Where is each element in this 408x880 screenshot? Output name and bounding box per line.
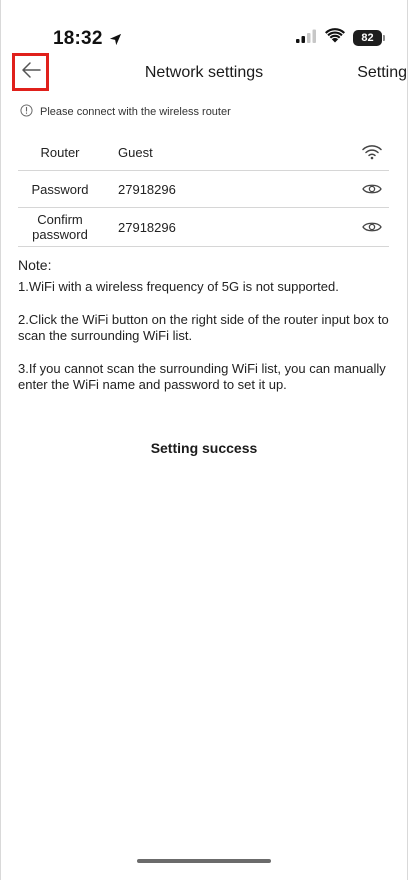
password-input[interactable] bbox=[118, 181, 361, 197]
confirm-label-line1: Confirm bbox=[37, 212, 83, 227]
signal-icon bbox=[295, 29, 317, 48]
confirm-password-input[interactable] bbox=[118, 219, 361, 235]
connect-hint: Please connect with the wireless router bbox=[20, 104, 231, 120]
nav-header: Network settings Setting bbox=[1, 52, 407, 94]
connect-hint-text: Please connect with the wireless router bbox=[40, 106, 231, 118]
notes-section: Note: 1.WiFi with a wireless frequency o… bbox=[18, 257, 393, 410]
info-circle-icon bbox=[20, 104, 33, 120]
password-label: Password bbox=[31, 181, 89, 197]
password-row: Password bbox=[18, 171, 389, 208]
router-label: Router bbox=[40, 144, 80, 160]
router-row: Router bbox=[18, 134, 389, 171]
note-item-2: 2.Click the WiFi button on the right sid… bbox=[18, 312, 389, 343]
battery-level: 82 bbox=[353, 30, 382, 46]
router-input[interactable] bbox=[118, 144, 361, 160]
home-indicator[interactable] bbox=[137, 859, 271, 863]
location-arrow-icon bbox=[109, 33, 122, 46]
wifi-scan-button[interactable] bbox=[361, 141, 383, 163]
eye-icon bbox=[362, 222, 382, 232]
wifi-icon bbox=[362, 145, 382, 160]
status-icons: 82 bbox=[295, 28, 385, 48]
status-time: 18:32 bbox=[53, 28, 103, 49]
confirm-password-row: Confirm password bbox=[18, 208, 389, 247]
note-item-3: 3.If you cannot scan the surrounding WiF… bbox=[18, 361, 386, 392]
status-time-group: 18:32 bbox=[53, 28, 122, 50]
password-visibility-toggle[interactable] bbox=[361, 178, 383, 200]
eye-icon bbox=[362, 184, 382, 194]
setting-success-message: Setting success bbox=[150, 440, 258, 456]
note-item-1: 1.WiFi with a wireless frequency of 5G i… bbox=[18, 279, 339, 294]
battery-cap bbox=[383, 35, 385, 41]
confirm-label-line2: password bbox=[32, 227, 88, 242]
wifi-status-icon bbox=[325, 28, 345, 48]
confirm-password-visibility-toggle[interactable] bbox=[361, 216, 383, 238]
confirm-password-label: Confirm password bbox=[18, 212, 102, 242]
battery-icon: 82 bbox=[353, 30, 385, 46]
page-title: Network settings bbox=[144, 64, 264, 81]
setting-button[interactable]: Setting bbox=[357, 64, 407, 82]
notes-title: Note: bbox=[18, 257, 52, 273]
